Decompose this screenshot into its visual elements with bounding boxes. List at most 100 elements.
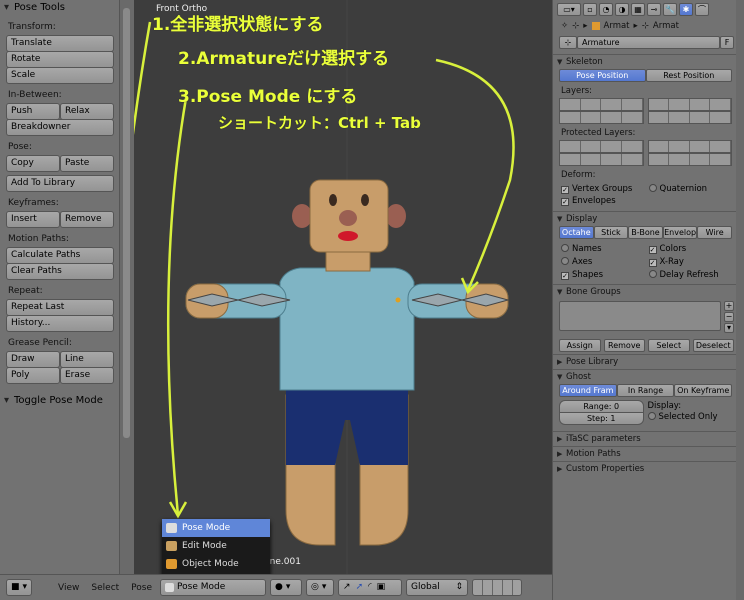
properties-scrollbar[interactable] — [736, 0, 744, 600]
delay-refresh-checkbox[interactable]: Delay Refresh — [648, 269, 737, 280]
breakdowner-button[interactable]: Breakdowner — [6, 119, 114, 136]
context-scene-icon[interactable]: ◔ — [599, 2, 613, 16]
layers-grid[interactable] — [559, 98, 732, 111]
pose-library-panel-header[interactable]: ▶ Pose Library — [553, 355, 744, 369]
manipulator-toggles[interactable]: ↗ ➚ ◜ ▣ — [338, 579, 403, 596]
select-button[interactable]: Select — [648, 339, 690, 352]
add-icon[interactable]: + — [724, 301, 734, 311]
rotate-button[interactable]: Rotate — [6, 51, 114, 68]
calculate-paths-button[interactable]: Calculate Paths — [6, 247, 114, 264]
scale-button[interactable]: Scale — [6, 67, 114, 84]
ghost-tab-in-range[interactable]: In Range — [616, 384, 675, 397]
menu-item-object-mode[interactable]: Object Mode — [162, 555, 270, 573]
insert-keyframe-button[interactable]: Insert — [6, 211, 60, 228]
viewport-shading-dropdown[interactable]: ● ▾ — [270, 579, 303, 596]
itasc-panel-header[interactable]: ▶ iTaSC parameters — [553, 432, 744, 446]
protected-layers-grid[interactable] — [559, 140, 732, 153]
copy-button[interactable]: Copy — [6, 155, 60, 172]
pose-tools-header[interactable]: ▾ Pose Tools — [0, 0, 119, 16]
custom-properties-panel-header[interactable]: ▶ Custom Properties — [553, 462, 744, 476]
context-object-icon[interactable]: ▦ — [631, 2, 645, 16]
bone-groups-list[interactable] — [559, 301, 721, 331]
sphere-icon: ● — [275, 582, 283, 592]
tool-shelf-scrollbar[interactable] — [120, 0, 134, 574]
display-panel-header[interactable]: ▼ Display — [553, 212, 744, 226]
toggle-pose-mode-panel[interactable]: ▾ Toggle Pose Mode — [0, 393, 119, 409]
line-button[interactable]: Line — [60, 351, 114, 368]
paste-button[interactable]: Paste — [60, 155, 114, 172]
bone-groups-panel-header[interactable]: ▼ Bone Groups — [553, 285, 744, 299]
remove-keyframe-button[interactable]: Remove — [60, 211, 114, 228]
editor-type-button[interactable]: ▭▾ — [557, 2, 581, 16]
display-tab-bbone[interactable]: B-Bone — [628, 226, 663, 239]
names-checkbox[interactable]: Names — [561, 243, 649, 254]
collapsed-triangle-icon: ▶ — [557, 435, 563, 443]
protected-layers-grid-row2[interactable] — [559, 153, 732, 166]
scrollbar-thumb[interactable] — [123, 8, 130, 438]
motion-paths-panel-header[interactable]: ▶ Motion Paths — [553, 447, 744, 461]
pose-menu[interactable]: Pose — [125, 583, 158, 593]
context-modifier-icon[interactable]: 🔧 — [663, 2, 677, 16]
context-render-icon[interactable]: ▫ — [583, 2, 597, 16]
ghost-tab-around-frame[interactable]: Around Fram — [559, 384, 617, 397]
context-armature-icon[interactable]: ✱ — [679, 2, 693, 16]
relax-button[interactable]: Relax — [60, 103, 114, 120]
poly-button[interactable]: Poly — [6, 367, 60, 384]
clear-paths-button[interactable]: Clear Paths — [6, 263, 114, 280]
assign-button[interactable]: Assign — [559, 339, 601, 352]
view-menu[interactable]: View — [52, 583, 85, 593]
axes-checkbox[interactable]: Axes — [561, 256, 649, 267]
context-world-icon[interactable]: ◑ — [615, 2, 629, 16]
layer-buttons[interactable] — [472, 579, 523, 596]
collapsed-triangle-icon: ▶ — [557, 450, 563, 458]
inbetween-label: In-Between: — [8, 90, 62, 100]
step-field[interactable]: Step: 1 — [559, 412, 644, 425]
push-button[interactable]: Push — [6, 103, 60, 120]
fake-user-button[interactable]: F — [720, 36, 734, 49]
pin-icon[interactable]: ✧ — [561, 21, 568, 31]
checkmark-icon: ✓ — [648, 245, 657, 254]
menu-item-pose-mode[interactable]: Pose Mode — [162, 519, 270, 537]
translate-button[interactable]: Translate — [6, 35, 114, 52]
ghost-settings: Range: 0 Step: 1 Display: Selected Only — [559, 400, 732, 425]
mode-dropdown[interactable]: Pose Mode — [160, 579, 267, 596]
shapes-checkbox[interactable]: ✓ Shapes — [561, 270, 649, 280]
context-bone-icon[interactable]: ⌒ — [695, 2, 709, 16]
selected-only-checkbox[interactable]: Selected Only — [647, 412, 733, 422]
envelopes-checkbox[interactable]: ✓ Envelopes — [553, 195, 744, 208]
remove-icon[interactable]: − — [724, 312, 734, 322]
orientation-dropdown[interactable]: Global ⇕ — [406, 579, 469, 596]
breadcrumb-arrow-icon: ▸ — [583, 21, 588, 31]
editor-type-button[interactable]: ■ ▾ — [6, 579, 33, 596]
erase-button[interactable]: Erase — [60, 367, 114, 384]
ghost-panel-header[interactable]: ▼ Ghost — [553, 370, 744, 384]
context-constraint-icon[interactable]: ⊸ — [647, 2, 661, 16]
datablock-name-field[interactable]: Armature — [577, 36, 720, 49]
chevron-down-icon[interactable]: ▾ — [724, 323, 734, 333]
repeat-last-button[interactable]: Repeat Last — [6, 299, 114, 316]
skeleton-panel-header[interactable]: ▼ Skeleton — [553, 55, 744, 69]
rest-position-button[interactable]: Rest Position — [645, 69, 732, 82]
display-tab-octahedral[interactable]: Octahe — [559, 226, 594, 239]
display-tab-wire[interactable]: Wire — [697, 226, 732, 239]
layers-grid-row2[interactable] — [559, 111, 732, 124]
bone-groups-list-controls: + − ▾ — [724, 301, 734, 333]
display-tab-envelope[interactable]: Envelop — [662, 226, 698, 239]
history-button[interactable]: History... — [6, 315, 114, 332]
menu-item-edit-mode[interactable]: Edit Mode — [162, 537, 270, 555]
xray-checkbox[interactable]: ✓ X-Ray — [648, 257, 737, 267]
remove-button[interactable]: Remove — [603, 339, 645, 352]
pivot-dropdown[interactable]: ◎ ▾ — [306, 579, 335, 596]
colors-checkbox[interactable]: ✓ Colors — [648, 244, 737, 254]
armature-browse-icon[interactable]: ⊹ — [559, 36, 577, 49]
deselect-button[interactable]: Deselect — [692, 339, 734, 352]
quaternion-checkbox[interactable]: Quaternion — [648, 183, 737, 194]
draw-button[interactable]: Draw — [6, 351, 60, 368]
pivot-icon: ◎ — [311, 582, 319, 592]
vertex-groups-checkbox[interactable]: ✓ Vertex Groups — [561, 184, 649, 194]
display-tab-stick[interactable]: Stick — [593, 226, 629, 239]
pose-position-button[interactable]: Pose Position — [559, 69, 646, 82]
ghost-tab-on-keyframe[interactable]: On Keyframe — [674, 384, 733, 397]
select-menu[interactable]: Select — [85, 583, 125, 593]
add-to-library-button[interactable]: Add To Library — [6, 175, 114, 192]
